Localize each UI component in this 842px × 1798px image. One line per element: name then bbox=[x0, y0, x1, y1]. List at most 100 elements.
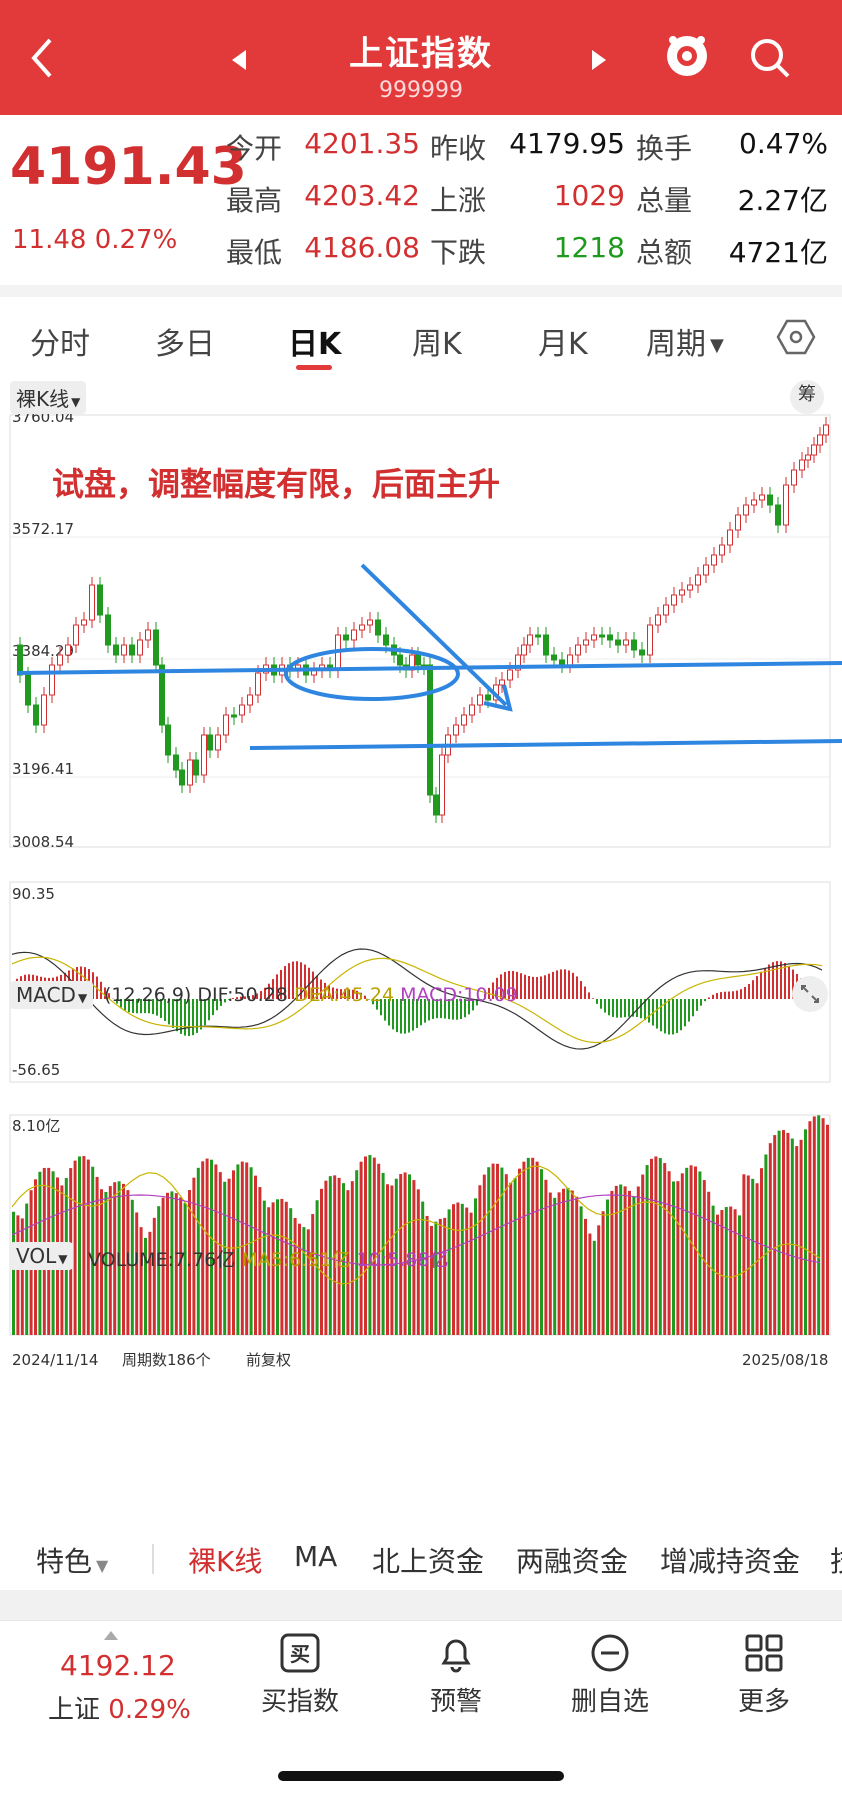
macd-bar bbox=[724, 991, 726, 999]
tab-period[interactable]: 周期 ▼ bbox=[646, 319, 724, 363]
macd-bar bbox=[648, 999, 650, 1023]
candle-body bbox=[695, 574, 701, 586]
volume-selector[interactable]: VOL ▼ bbox=[10, 1242, 74, 1270]
macd-bar bbox=[548, 973, 550, 999]
candle-body bbox=[41, 694, 47, 726]
alert-label: 预警 bbox=[429, 1687, 482, 1717]
expand-up-icon[interactable] bbox=[104, 1631, 118, 1640]
indicator-tab-holdings[interactable]: 增减持资金 bbox=[660, 1540, 800, 1580]
candle-body bbox=[559, 659, 565, 666]
volume-bar bbox=[601, 1211, 605, 1335]
candle-body bbox=[703, 564, 709, 576]
tab-monthly-k[interactable]: 月K bbox=[538, 319, 588, 363]
volume-bar bbox=[777, 1130, 781, 1335]
indicator-tab-ma[interactable]: MA bbox=[294, 1540, 337, 1573]
indicator-tab-northbound[interactable]: 北上资金 bbox=[372, 1540, 484, 1580]
volume-bar bbox=[658, 1157, 662, 1335]
quote-label: 总额 bbox=[636, 236, 693, 269]
candle-body bbox=[173, 754, 179, 771]
search-icon[interactable] bbox=[748, 36, 792, 80]
more-button[interactable]: 更多 bbox=[704, 1631, 824, 1718]
volume-bar bbox=[786, 1132, 790, 1335]
volume-bar bbox=[20, 1218, 24, 1335]
macd-bar bbox=[600, 999, 602, 1009]
macd-bar bbox=[580, 981, 582, 999]
app-header: 上证指数 999999 bbox=[0, 0, 842, 115]
candle-body bbox=[599, 634, 605, 638]
volume-bar bbox=[540, 1169, 543, 1335]
tab-intraday[interactable]: 分时 bbox=[30, 319, 90, 363]
volume-bar bbox=[676, 1181, 680, 1335]
macd-bar bbox=[780, 961, 782, 999]
remove-watchlist-button[interactable]: 删自选 bbox=[550, 1631, 670, 1718]
stock-charts[interactable]: 3760.043572.173384.293196.413008.54 试盘，调… bbox=[0, 375, 842, 1515]
volume-bar bbox=[570, 1190, 574, 1335]
kline-type-selector[interactable]: 裸K线 ▼ bbox=[10, 381, 87, 414]
volume-bar bbox=[826, 1124, 829, 1335]
candle-body bbox=[811, 444, 817, 456]
candle-body bbox=[647, 624, 653, 656]
grid-icon bbox=[742, 1631, 786, 1675]
volume-bar bbox=[773, 1135, 777, 1335]
macd-bar bbox=[736, 990, 738, 999]
macd-bar bbox=[556, 970, 558, 999]
volume-bar bbox=[746, 1175, 750, 1335]
expand-icon[interactable] bbox=[792, 976, 828, 1012]
candle-body bbox=[631, 639, 637, 651]
macd-bar bbox=[704, 999, 706, 1002]
candle-body bbox=[775, 504, 781, 526]
more-label: 更多 bbox=[737, 1687, 790, 1717]
candle-body bbox=[351, 629, 357, 641]
candle-body bbox=[215, 734, 221, 751]
candle-body bbox=[121, 644, 127, 656]
volume-bar bbox=[720, 1210, 724, 1335]
candle-body bbox=[679, 589, 685, 596]
candle-body bbox=[615, 639, 621, 646]
macd-bar bbox=[696, 999, 698, 1011]
chip-distribution-button[interactable]: 筹 bbox=[790, 380, 824, 414]
quote-value: 4201.35 bbox=[304, 127, 420, 160]
volume-bar bbox=[584, 1218, 587, 1335]
candle-body bbox=[687, 584, 693, 591]
tab-weekly-k[interactable]: 周K bbox=[412, 319, 462, 363]
macd-bar bbox=[688, 999, 690, 1022]
indicator-tab-featured[interactable]: 特色 ▼ bbox=[36, 1540, 108, 1580]
buy-index-button[interactable]: 买 买指数 bbox=[240, 1631, 360, 1718]
macd-bar bbox=[748, 983, 750, 999]
candle-body bbox=[551, 654, 557, 661]
macd-bar bbox=[640, 999, 642, 1019]
bottom-bar: 4192.12 上证 0.29% 买 买指数 预警 删自选 更多 bbox=[0, 1620, 842, 1798]
volume-bar bbox=[716, 1214, 719, 1335]
volume-ma10: 10:5.88亿 bbox=[356, 1249, 449, 1271]
alert-button[interactable]: 预警 bbox=[396, 1631, 516, 1718]
tab-daily-k[interactable]: 日K bbox=[288, 319, 341, 363]
candle-body bbox=[507, 669, 513, 681]
mini-quote-name: 上证 0.29% bbox=[48, 1689, 191, 1726]
quote-value: 1218 bbox=[553, 231, 625, 264]
macd-selector[interactable]: MACD ▼ bbox=[10, 981, 94, 1009]
volume-bar bbox=[135, 1212, 139, 1335]
volume-bar bbox=[504, 1174, 508, 1335]
chevron-down-icon: ▼ bbox=[58, 1252, 68, 1266]
candle-body bbox=[153, 629, 159, 666]
indicator-tab-more[interactable]: 技 bbox=[830, 1540, 842, 1580]
ytick-label: 3008.54 bbox=[12, 833, 74, 851]
volume-bar bbox=[12, 1211, 15, 1335]
ytick-label: 3196.41 bbox=[12, 760, 74, 778]
active-tab-indicator bbox=[296, 365, 332, 370]
mascot-icon[interactable] bbox=[664, 32, 710, 78]
indicator-tab-naked-k[interactable]: 裸K线 bbox=[188, 1540, 262, 1580]
volume-bar bbox=[139, 1227, 143, 1335]
macd-top-label: 90.35 bbox=[12, 885, 55, 903]
candle-body bbox=[655, 614, 661, 626]
tab-multiday[interactable]: 多日 bbox=[155, 319, 215, 363]
macd-bar bbox=[628, 999, 630, 1017]
candle-body bbox=[535, 634, 541, 638]
settings-hex-icon[interactable] bbox=[776, 317, 816, 357]
indicator-tab-margin[interactable]: 两融资金 bbox=[516, 1540, 628, 1580]
macd-bar bbox=[768, 964, 770, 999]
candle-body bbox=[575, 644, 581, 656]
next-stock-icon[interactable] bbox=[592, 50, 606, 70]
volume-bar bbox=[782, 1130, 785, 1335]
volume-bar bbox=[298, 1223, 301, 1335]
